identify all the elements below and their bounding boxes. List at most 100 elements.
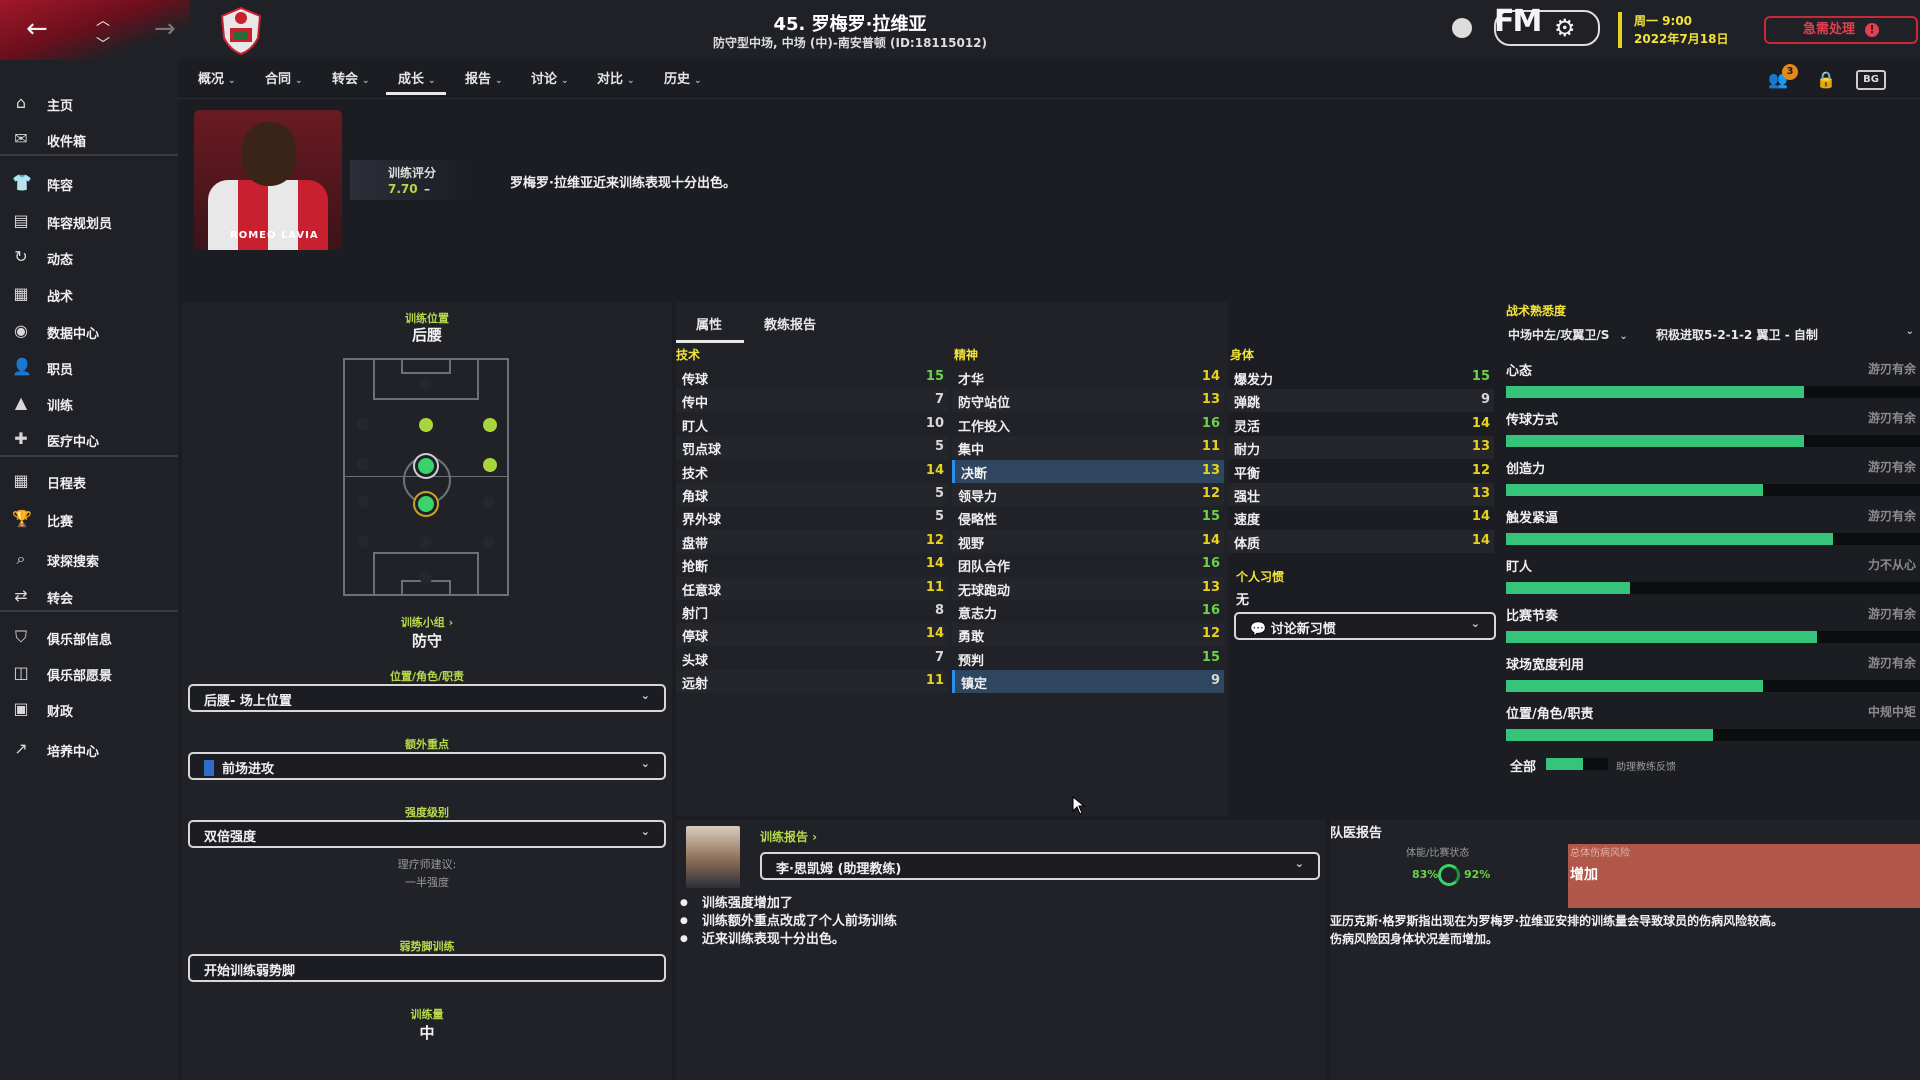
attribute-row[interactable]: 决断 13: [952, 459, 1224, 483]
attribute-row[interactable]: 罚点球 5: [676, 436, 948, 460]
attribute-row[interactable]: 射门 8: [676, 600, 948, 623]
intensity-select[interactable]: 双倍强度 ⌄: [188, 820, 666, 848]
attribute-row[interactable]: 速度 14: [1228, 506, 1494, 529]
pos-dot-st[interactable]: [420, 378, 432, 390]
chevron-up-icon[interactable]: ︿: [96, 8, 110, 34]
attribute-row[interactable]: 传球 15: [676, 366, 948, 389]
pos-dot-dr[interactable]: [483, 536, 495, 548]
nav-tab-5[interactable]: 报告 ⌄: [465, 68, 503, 87]
sidebar-item-14[interactable]: ⇄ 转会: [0, 581, 178, 611]
back-arrow-icon[interactable]: ←: [26, 16, 48, 42]
attribute-row[interactable]: 盘带 12: [676, 529, 948, 553]
urgent-button[interactable]: 急需处理!: [1764, 16, 1918, 44]
attribute-row[interactable]: 界外球 5: [676, 506, 948, 529]
tactical-role-select[interactable]: 中场中左/攻翼卫/S ⌄: [1508, 326, 1628, 348]
nav-tab-4[interactable]: 成长 ⌄: [398, 68, 436, 87]
attribute-row[interactable]: 工作投入 16: [952, 413, 1224, 436]
pos-dot-dm[interactable]: [418, 496, 434, 512]
sidebar-item-2[interactable]: ✉ 收件箱: [0, 124, 178, 154]
forward-arrow-icon[interactable]: →: [154, 16, 176, 42]
sidebar-item-8[interactable]: 👤 职员: [0, 352, 178, 382]
nav-tab-1[interactable]: 概况 ⌄: [198, 68, 236, 87]
attribute-row[interactable]: 视野 14: [952, 529, 1224, 553]
attribute-row[interactable]: 平衡 12: [1228, 460, 1494, 483]
tab-attributes[interactable]: 属性: [696, 314, 722, 333]
tab-coach-report[interactable]: 教练报告: [764, 314, 816, 333]
attribute-row[interactable]: 侵略性 15: [952, 506, 1224, 529]
attribute-row[interactable]: 抢断 14: [676, 553, 948, 576]
date-day[interactable]: 周一 9:00: [1634, 12, 1692, 29]
lock-icon[interactable]: 🔒: [1816, 70, 1836, 89]
discuss-habit-button[interactable]: 💬 讨论新习惯 ⌄: [1234, 612, 1496, 640]
attribute-row[interactable]: 防守站位 13: [952, 389, 1224, 413]
sidebar-item-5[interactable]: ↻ 动态: [0, 242, 178, 272]
gear-icon[interactable]: ⚙: [1554, 14, 1576, 42]
sidebar-item-1[interactable]: ⌂ 主页: [0, 88, 178, 118]
sidebar-item-18[interactable]: ↗ 培养中心: [0, 734, 178, 764]
pos-dot-mc[interactable]: [418, 458, 434, 474]
attribute-row[interactable]: 集中 11: [952, 436, 1224, 460]
attribute-row[interactable]: 耐力 13: [1228, 436, 1494, 460]
ball-icon[interactable]: [1452, 18, 1472, 38]
attribute-row[interactable]: 爆发力 15: [1228, 366, 1494, 389]
pos-dot-ml[interactable]: [357, 458, 369, 470]
pos-dot-dl[interactable]: [357, 536, 369, 548]
sidebar-item-10[interactable]: ✚ 医疗中心: [0, 424, 178, 454]
pos-dot-am[interactable]: [419, 418, 433, 432]
nav-tab-2[interactable]: 合同 ⌄: [265, 68, 303, 87]
attribute-row[interactable]: 任意球 11: [676, 576, 948, 600]
attribute-row[interactable]: 技术 14: [676, 460, 948, 483]
pos-dot-amr[interactable]: [483, 418, 497, 432]
attribute-row[interactable]: 停球 14: [676, 623, 948, 647]
weak-foot-field[interactable]: 开始训练弱势脚: [188, 954, 666, 982]
date-full[interactable]: 2022年7月18日: [1634, 30, 1728, 47]
pos-dot-aml[interactable]: [357, 418, 369, 430]
attribute-row[interactable]: 无球跑动 13: [952, 576, 1224, 600]
attribute-row[interactable]: 团队合作 16: [952, 553, 1224, 576]
attribute-row[interactable]: 灵活 14: [1228, 413, 1494, 436]
sidebar-item-13[interactable]: ⌕ 球探搜索: [0, 544, 178, 574]
sidebar-item-6[interactable]: ▦ 战术: [0, 279, 178, 309]
position-pitch[interactable]: [343, 358, 509, 596]
attribute-row[interactable]: 头球 7: [676, 647, 948, 670]
attribute-row[interactable]: 镇定 9: [952, 670, 1224, 694]
attribute-row[interactable]: 才华 14: [952, 366, 1224, 389]
pos-dot-gk[interactable]: [420, 572, 432, 584]
sidebar-item-4[interactable]: ▤ 阵容规划员: [0, 206, 178, 236]
role-select[interactable]: 后腰- 场上位置 ⌄: [188, 684, 666, 712]
attribute-row[interactable]: 传中 7: [676, 389, 948, 413]
attribute-row[interactable]: 盯人 10: [676, 413, 948, 436]
sidebar-item-12[interactable]: 🏆 比赛: [0, 504, 178, 534]
sidebar-item-17[interactable]: ▣ 财政: [0, 694, 178, 724]
nav-tab-3[interactable]: 转会 ⌄: [332, 68, 370, 87]
nav-tab-7[interactable]: 对比 ⌄: [597, 68, 635, 87]
pos-dot-wbr[interactable]: [483, 496, 495, 508]
sidebar-item-16[interactable]: ◫ 俱乐部愿景: [0, 658, 178, 688]
fm-logo[interactable]: FM: [1494, 4, 1542, 39]
sidebar-item-3[interactable]: 👕 阵容: [0, 168, 178, 198]
pos-dot-wbl[interactable]: [357, 496, 369, 508]
attribute-row[interactable]: 角球 5: [676, 483, 948, 506]
attribute-row[interactable]: 勇敢 12: [952, 623, 1224, 647]
tactic-select[interactable]: 积极进取5-2-1-2 翼卫 - 自制 ⌄: [1656, 326, 1914, 348]
attribute-row[interactable]: 强壮 13: [1228, 483, 1494, 506]
attribute-row[interactable]: 预判 15: [952, 647, 1224, 670]
sidebar-item-15[interactable]: ⛉ 俱乐部信息: [0, 622, 178, 652]
attribute-row[interactable]: 意志力 16: [952, 600, 1224, 623]
attribute-row[interactable]: 远射 11: [676, 670, 948, 694]
coach-select[interactable]: 李·思凯姆 (助理教练) ⌄: [760, 852, 1320, 880]
nav-tab-8[interactable]: 历史 ⌄: [664, 68, 702, 87]
nav-tab-6[interactable]: 讨论 ⌄: [531, 68, 569, 87]
club-crest-icon[interactable]: [216, 6, 266, 56]
pos-dot-mr[interactable]: [483, 458, 497, 472]
attribute-row[interactable]: 体质 14: [1228, 529, 1494, 553]
training-report-link[interactable]: 训练报告 ›: [760, 828, 817, 845]
sidebar-item-11[interactable]: ▦ 日程表: [0, 466, 178, 496]
pos-dot-dc[interactable]: [420, 536, 432, 548]
attribute-row[interactable]: 领导力 12: [952, 483, 1224, 506]
bg-button[interactable]: BG: [1856, 70, 1886, 90]
sidebar-item-7[interactable]: ◉ 数据中心: [0, 316, 178, 346]
extra-focus-select[interactable]: 前场进攻 ⌄: [188, 752, 666, 780]
chevron-down-icon[interactable]: ﹀: [96, 32, 110, 58]
sidebar-item-9[interactable]: ▲ 训练: [0, 388, 178, 418]
